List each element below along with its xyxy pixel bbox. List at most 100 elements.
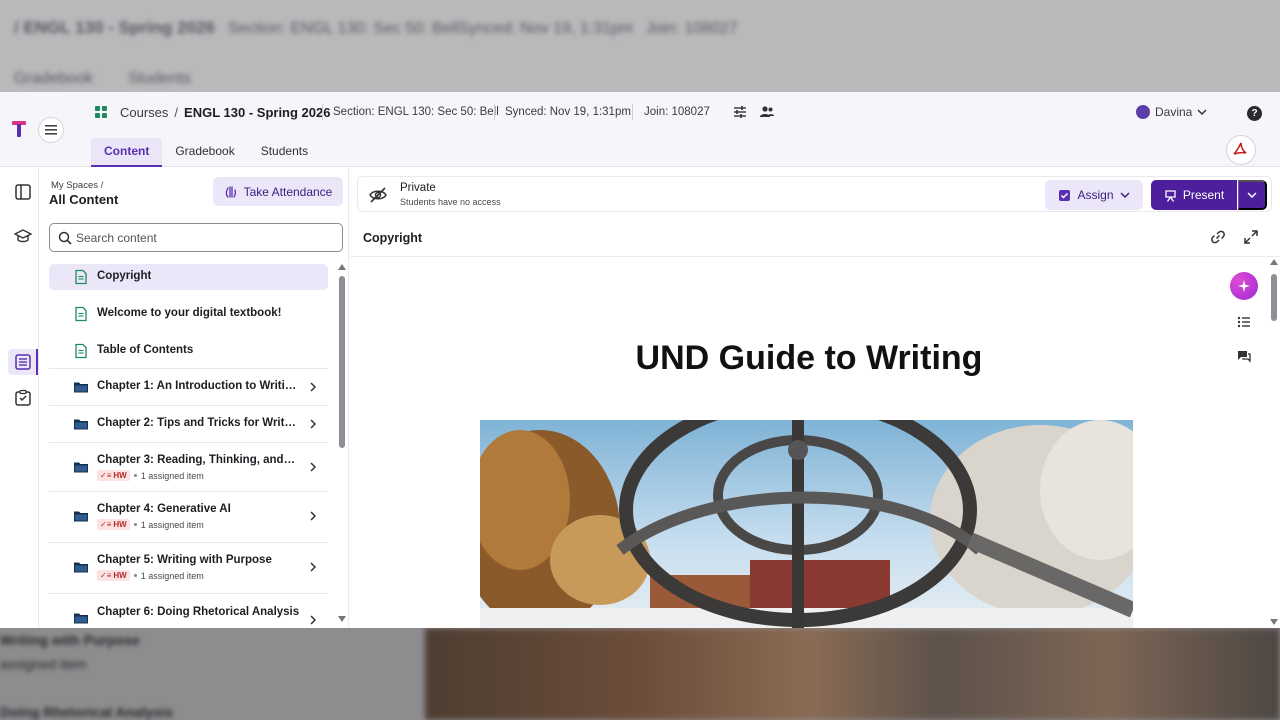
list-item[interactable]: Copyright <box>49 264 328 290</box>
separator-dot <box>133 523 137 526</box>
rail-active-indicator <box>36 349 38 375</box>
ai-assistant-button[interactable] <box>1230 272 1258 300</box>
list-icon[interactable] <box>14 353 32 371</box>
scroll-up-icon[interactable] <box>338 264 346 270</box>
checklist-icon[interactable] <box>14 389 32 407</box>
list-item-title: Chapter 3: Reading, Thinking, and Wr... <box>97 454 297 466</box>
breadcrumb-separator: / <box>174 105 179 120</box>
present-button[interactable]: Present <box>1151 180 1237 210</box>
chevron-right-icon <box>310 615 317 625</box>
document-title: Copyright <box>363 231 423 245</box>
content-sidebar: My Spaces / All Content Take Attendance … <box>40 168 349 628</box>
assigned-count: 1 assigned item <box>140 570 204 581</box>
breadcrumb-courses-link[interactable]: Courses <box>120 105 168 120</box>
list-item[interactable]: Chapter 1: An Introduction to Writing ..… <box>49 370 328 404</box>
list-item[interactable]: Table of Contents <box>49 338 328 364</box>
backdrop-section: Section: ENGL 130: Sec 50: Bell <box>228 20 459 37</box>
sliders-icon[interactable] <box>732 104 748 120</box>
eye-off-icon[interactable] <box>369 187 387 203</box>
pdf-icon <box>1233 142 1247 155</box>
reader-scrollbar[interactable] <box>1268 257 1280 628</box>
hw-badge: ✓≡ HW <box>97 470 130 481</box>
folder-icon <box>74 462 88 473</box>
header-divider <box>322 104 323 120</box>
reader-viewport: UND Guide to Writing <box>350 257 1268 628</box>
assign-label: Assign <box>1077 188 1114 202</box>
backdrop-photo <box>425 628 1280 720</box>
list-item-title: Chapter 1: An Introduction to Writing ..… <box>97 380 297 392</box>
pdf-export-button[interactable] <box>1226 135 1256 165</box>
chevron-down-icon <box>1197 109 1207 116</box>
breadcrumb-my-spaces[interactable]: My Spaces / <box>51 180 103 191</box>
hamburger-icon <box>45 125 57 135</box>
folder-icon <box>74 382 88 393</box>
backdrop-tab-students: Students <box>128 70 192 87</box>
graduation-cap-icon[interactable] <box>14 227 32 245</box>
app-logo-icon[interactable] <box>11 120 27 138</box>
scroll-down-icon[interactable] <box>338 616 346 622</box>
backdrop-bottom: Writing with Purpose assigned item Doing… <box>0 628 1280 720</box>
book-title: UND Guide to Writing <box>635 339 983 377</box>
sidebar-toggle-icon[interactable] <box>14 183 32 201</box>
chevron-right-icon <box>310 462 317 472</box>
folder-icon <box>74 419 88 430</box>
reader-scroll-thumb[interactable] <box>1271 274 1277 321</box>
table-of-contents-icon[interactable] <box>1237 315 1251 329</box>
expand-icon[interactable] <box>1243 229 1259 245</box>
checklist-icon: ✓≡ <box>100 471 112 480</box>
backdrop-synced: Synced: Nov 19, 1:31pm <box>458 20 634 37</box>
hamburger-menu-button[interactable] <box>38 117 64 143</box>
cover-image <box>480 420 1133 628</box>
privacy-description: Students have no access <box>400 197 501 207</box>
list-divider <box>49 368 328 369</box>
hand-wave-icon <box>225 185 236 198</box>
grid-icon <box>95 106 107 118</box>
take-attendance-button[interactable]: Take Attendance <box>213 177 343 206</box>
list-item-title: Chapter 5: Writing with Purpose <box>97 554 272 566</box>
chevron-right-icon <box>310 562 317 572</box>
list-item-meta: ✓≡ HW 1 assigned item <box>97 519 204 530</box>
synced-label: Synced: Nov 19, 1:31pm <box>505 106 631 118</box>
scroll-down-icon[interactable] <box>1270 619 1278 625</box>
take-attendance-label: Take Attendance <box>243 184 333 199</box>
list-divider <box>49 593 328 594</box>
comments-icon[interactable] <box>1237 349 1251 363</box>
present-options-button[interactable] <box>1238 180 1267 210</box>
scroll-up-icon[interactable] <box>1270 259 1278 265</box>
backdrop-course-title: / ENGL 130 - Spring 2026 <box>14 18 215 37</box>
list-item-title: Table of Contents <box>97 344 194 356</box>
list-item-title: Copyright <box>97 270 152 282</box>
backdrop-join: Join: 108027 <box>646 20 738 37</box>
present-easel-icon <box>1165 189 1176 202</box>
sidebar-scrollbar[interactable] <box>338 264 346 622</box>
list-item[interactable]: Chapter 3: Reading, Thinking, and Wr... … <box>49 444 328 490</box>
help-button[interactable]: ? <box>1247 106 1262 121</box>
list-item-title: Chapter 2: Tips and Tricks for Writing .… <box>97 417 297 429</box>
add-users-icon[interactable] <box>759 104 775 120</box>
section-label: Section: ENGL 130: Sec 50: Bell <box>333 106 499 118</box>
separator-dot <box>133 574 137 577</box>
backdrop-item-meta: assigned item <box>0 656 87 672</box>
user-menu[interactable]: Davina <box>1136 105 1207 119</box>
page-icon <box>75 343 87 359</box>
list-item[interactable]: Welcome to your digital textbook! <box>49 301 328 327</box>
privacy-status: Private <box>400 182 436 194</box>
avatar <box>1136 105 1150 119</box>
list-item[interactable]: Chapter 6: Doing Rhetorical Analysis <box>49 595 328 628</box>
list-item[interactable]: Chapter 5: Writing with Purpose ✓≡ HW 1 a… <box>49 544 328 592</box>
sidebar-scroll-thumb[interactable] <box>339 276 345 448</box>
course-tabs: Content Gradebook Students <box>91 138 321 167</box>
tab-gradebook[interactable]: Gradebook <box>162 138 247 167</box>
list-item-title: Chapter 4: Generative AI <box>97 503 231 515</box>
list-item[interactable]: Chapter 2: Tips and Tricks for Writing .… <box>49 407 328 441</box>
chevron-right-icon <box>310 382 317 392</box>
tab-content[interactable]: Content <box>91 138 163 167</box>
link-icon[interactable] <box>1210 229 1226 245</box>
header: Courses / ENGL 130 - Spring 2026 Section… <box>0 92 1280 167</box>
search-input[interactable] <box>76 224 336 251</box>
tab-students[interactable]: Students <box>248 138 321 167</box>
list-item[interactable]: Chapter 4: Generative AI ✓≡ HW 1 assigned… <box>49 493 328 541</box>
assign-button[interactable]: Assign <box>1045 180 1143 210</box>
header-divider <box>494 104 495 120</box>
folder-icon <box>74 613 88 624</box>
